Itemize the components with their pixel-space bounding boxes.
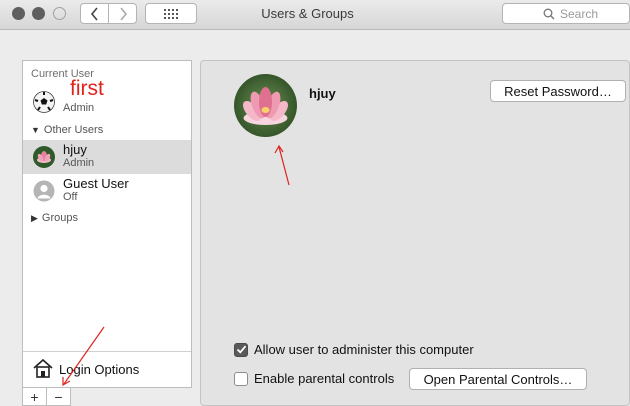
window-title: Users & Groups	[261, 6, 354, 21]
house-icon	[33, 358, 53, 378]
grid-icon	[164, 8, 178, 19]
guest-user-icon	[33, 180, 55, 202]
allow-admin-label: Allow user to administer this computer	[254, 342, 474, 357]
parental-controls-label: Enable parental controls	[254, 371, 395, 386]
remove-user-button[interactable]: −	[46, 388, 70, 405]
other-users-label: Other Users	[43, 124, 104, 136]
user-name: hjuy	[63, 142, 87, 157]
back-button[interactable]	[81, 4, 108, 23]
current-user-row[interactable]: Admin	[23, 85, 191, 119]
nav-buttons	[80, 3, 137, 24]
title-bar: Users & Groups Search	[0, 0, 630, 30]
allow-admin-row: Allow user to administer this computer	[234, 342, 474, 357]
soccer-ball-avatar	[33, 91, 55, 113]
search-placeholder: Search	[560, 6, 599, 21]
annotation-text: first	[70, 77, 104, 100]
checkmark-icon	[236, 345, 246, 354]
triangle-right-icon: ▶	[31, 212, 38, 223]
zoom-window-button[interactable]	[53, 7, 66, 20]
parental-controls-row: Enable parental controls	[234, 371, 394, 386]
add-user-button[interactable]: +	[23, 388, 46, 405]
user-role: Off	[63, 191, 78, 203]
other-users-disclosure[interactable]: ▼ Other Users	[31, 124, 103, 136]
chevron-left-icon	[90, 6, 98, 21]
triangle-down-icon: ▼	[31, 125, 40, 135]
minimize-window-button[interactable]	[32, 7, 45, 20]
open-parental-controls-button[interactable]: Open Parental Controls…	[409, 368, 587, 390]
user-row-hjuy[interactable]: hjuy Admin	[23, 140, 191, 174]
close-window-button[interactable]	[12, 7, 25, 20]
user-role: Admin	[63, 157, 95, 169]
add-remove-controls: + −	[22, 388, 71, 406]
show-all-button[interactable]	[145, 3, 197, 24]
search-input[interactable]: Search	[502, 3, 630, 24]
login-options-label: Login Options	[59, 362, 140, 377]
current-user-role: Admin	[63, 102, 95, 114]
chevron-right-icon	[119, 6, 127, 21]
main-user-name: hjuy	[309, 86, 336, 101]
groups-label: Groups	[41, 212, 78, 224]
forward-button[interactable]	[108, 4, 136, 23]
login-options-row[interactable]: Login Options	[23, 351, 191, 387]
reset-password-button[interactable]: Reset Password…	[490, 80, 626, 102]
allow-admin-checkbox[interactable]	[234, 342, 248, 357]
parental-controls-checkbox[interactable]	[234, 371, 248, 386]
search-icon	[543, 8, 555, 19]
user-row-guest[interactable]: Guest User Off	[23, 174, 191, 208]
users-sidebar: Current User Admin ▼ Other Users hjuy Ad…	[22, 60, 192, 388]
lotus-avatar	[33, 146, 55, 168]
groups-disclosure[interactable]: ▶ Groups	[31, 212, 78, 224]
user-name: Guest User	[63, 176, 129, 191]
user-picture[interactable]	[234, 74, 297, 137]
